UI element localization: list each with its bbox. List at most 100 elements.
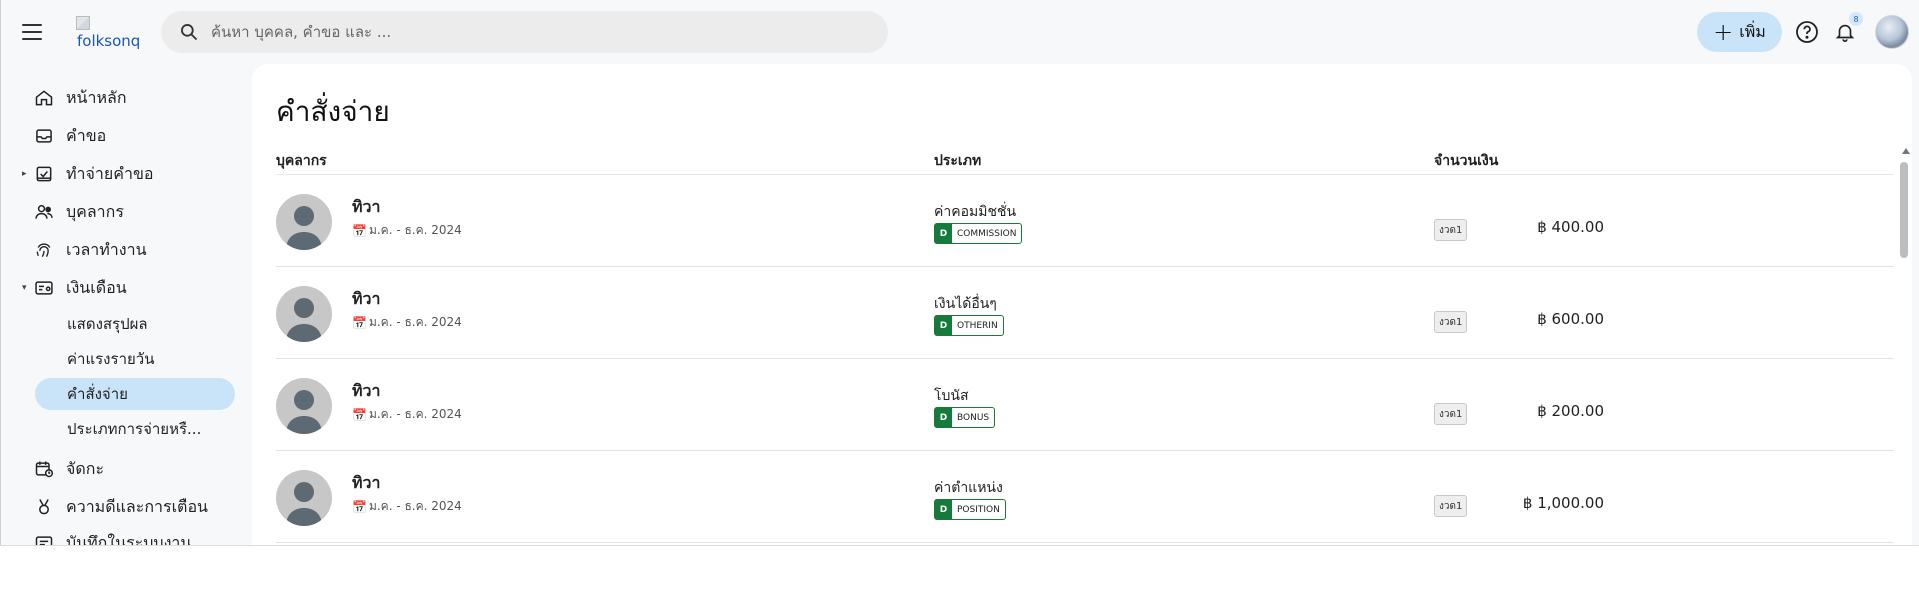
people-icon — [35, 205, 53, 219]
bottom-strip — [0, 545, 1919, 593]
column-header-person[interactable]: บุคลากร — [276, 150, 327, 172]
period: 📅 ม.ค. - ธ.ค. 2024 — [352, 405, 462, 424]
medal-icon — [39, 499, 49, 515]
sidebar-item-requests[interactable]: คำขอ — [20, 118, 236, 154]
sidebar-item-label: เงินเดือน — [66, 277, 127, 297]
period-text: ม.ค. - ธ.ค. 2024 — [368, 499, 462, 513]
person-name: ทิวา — [352, 381, 381, 400]
sidebar-item-label: หน้าหลัก — [66, 87, 127, 107]
payment-code-badge: D POSITION — [934, 499, 1006, 520]
sidebar-subitem-payment-types[interactable]: ประเภทการจ่ายหรื... — [35, 413, 235, 445]
payment-code-badge: D OTHERIN — [934, 315, 1004, 336]
add-button-label: เพิ่ม — [1739, 21, 1766, 41]
log-icon — [35, 536, 53, 545]
top-bar: folksonq + เพิ่ม 8 — [0, 0, 1919, 64]
help-icon[interactable] — [1793, 18, 1821, 46]
amount: ฿ 1,000.00 — [1522, 494, 1604, 512]
sidebar-item-salary[interactable]: ▾ เงินเดือน — [20, 270, 236, 306]
home-icon — [35, 90, 53, 106]
sidebar-item-label: เวลาทำงาน — [66, 239, 147, 259]
add-button[interactable]: + เพิ่ม — [1697, 12, 1782, 52]
table-row[interactable]: ทิวา 📅 ม.ค. - ธ.ค. 2024 ค่าตำแหน่ง D POSIT… — [252, 451, 1894, 543]
code-prefix: D — [935, 224, 952, 243]
row-divider — [276, 542, 1420, 543]
sidebar-subitem-label: แสดงสรุปผล — [67, 315, 148, 333]
caret-down-icon[interactable]: ▾ — [22, 283, 27, 293]
table-row[interactable]: ทิวา 📅 ม.ค. - ธ.ค. 2024 เงินได้อื่นๆ D OTH… — [252, 267, 1894, 359]
code-prefix: D — [935, 500, 952, 519]
period: 📅 ม.ค. - ธ.ค. 2024 — [352, 313, 462, 332]
installment-badge: งวด1 — [1434, 495, 1468, 517]
code-prefix: D — [935, 408, 952, 427]
sidebar-item-shift[interactable]: จัดกะ — [20, 451, 236, 487]
period-text: ม.ค. - ธ.ค. 2024 — [368, 223, 462, 237]
payout-icon — [36, 166, 52, 182]
page-title: คำสั่งจ่าย — [276, 95, 390, 128]
period: 📅 ม.ค. - ธ.ค. 2024 — [352, 221, 462, 240]
installment-badge: งวด1 — [1434, 219, 1468, 241]
sidebar-item-label: บุคลากร — [66, 201, 124, 221]
broken-image-icon — [76, 16, 90, 30]
period-text: ม.ค. - ธ.ค. 2024 — [368, 315, 462, 329]
payment-type: ค่าตำแหน่ง — [934, 480, 1003, 496]
payment-type: โบนัส — [934, 388, 969, 404]
table-row[interactable]: ทิวา 📅 ม.ค. - ธ.ค. 2024 ค่าคอมมิชชั่น D CO… — [252, 175, 1894, 267]
search-icon — [181, 24, 198, 41]
code-text: POSITION — [957, 504, 1000, 515]
calendar-icon: 📅 — [352, 499, 367, 514]
sidebar-subitem-label: ค่าแรงรายวัน — [67, 350, 155, 368]
search-bar[interactable] — [161, 11, 888, 53]
column-header-amount[interactable]: จำนวนเงิน — [1434, 150, 1498, 172]
row-divider — [1420, 542, 1894, 543]
avatar — [276, 286, 332, 342]
person-name: ทิวา — [352, 473, 381, 492]
search-input[interactable] — [211, 23, 811, 41]
user-avatar[interactable] — [1875, 15, 1909, 49]
payment-code-badge: D BONUS — [934, 407, 996, 428]
sidebar-item-label: บันทึกในระบบงาน — [66, 532, 192, 546]
sidebar-item-people[interactable]: บุคลากร — [20, 194, 236, 230]
sidebar-subitem-label: คำสั่งจ่าย — [67, 385, 128, 403]
payment-type: เงินได้อื่นๆ — [934, 296, 997, 312]
payment-code-badge: D COMMISSION — [934, 223, 1023, 244]
calendar-icon: 📅 — [352, 315, 367, 330]
sidebar-item-label: จัดกะ — [66, 458, 105, 478]
logo-text: folksonq — [77, 32, 141, 50]
calendar-icon: 📅 — [352, 223, 367, 238]
amount: ฿ 400.00 — [1537, 218, 1604, 236]
column-header-type[interactable]: ประเภท — [934, 150, 981, 172]
sidebar-item-payout[interactable]: ▸ ทำจ่ายคำขอ — [20, 156, 236, 192]
sidebar-subitem-payment-orders[interactable]: คำสั่งจ่าย — [35, 378, 235, 410]
calendar-shift-icon — [35, 461, 54, 478]
sidebar-subitem-daily-wage[interactable]: ค่าแรงรายวัน — [35, 343, 235, 375]
menu-icon[interactable] — [20, 21, 44, 43]
sidebar-item-home[interactable]: หน้าหลัก — [20, 80, 236, 116]
calendar-icon: 📅 — [352, 407, 367, 422]
person-name: ทิวา — [352, 289, 381, 308]
plus-icon: + — [1713, 18, 1734, 46]
sidebar-item-label: คำขอ — [66, 125, 107, 145]
sidebar-item-worktime[interactable]: เวลาทำงาน — [20, 232, 236, 268]
installment-badge: งวด1 — [1434, 403, 1468, 425]
scroll-up-arrow-icon[interactable] — [1902, 148, 1910, 154]
caret-right-icon[interactable]: ▸ — [22, 169, 27, 179]
code-prefix: D — [935, 316, 952, 335]
inbox-icon — [36, 129, 52, 143]
code-text: OTHERIN — [957, 320, 998, 331]
fingerprint-icon — [36, 243, 51, 257]
logo[interactable]: folksonq — [76, 16, 141, 52]
sidebar-item-merits[interactable]: ความดีและการเตือน — [20, 489, 236, 525]
avatar — [276, 470, 332, 526]
sidebar-subitem-summary[interactable]: แสดงสรุปผล — [35, 308, 235, 340]
table-row[interactable]: ทิวา 📅 ม.ค. - ธ.ค. 2024 โบนัส D BONUS งวด1… — [252, 359, 1894, 451]
period-text: ม.ค. - ธ.ค. 2024 — [368, 407, 462, 421]
avatar — [276, 194, 332, 250]
sidebar-item-log[interactable]: บันทึกในระบบงาน — [20, 525, 236, 545]
scrollbar-thumb[interactable] — [1900, 162, 1908, 258]
sidebar: หน้าหลัก คำขอ ▸ ทำจ่ายคำขอ บุคลากร เวลาท… — [0, 80, 250, 545]
person-name: ทิวา — [352, 197, 381, 216]
amount: ฿ 200.00 — [1537, 402, 1604, 420]
avatar — [276, 378, 332, 434]
sidebar-subitem-label: ประเภทการจ่ายหรื... — [67, 420, 202, 438]
code-text: BONUS — [957, 412, 990, 423]
